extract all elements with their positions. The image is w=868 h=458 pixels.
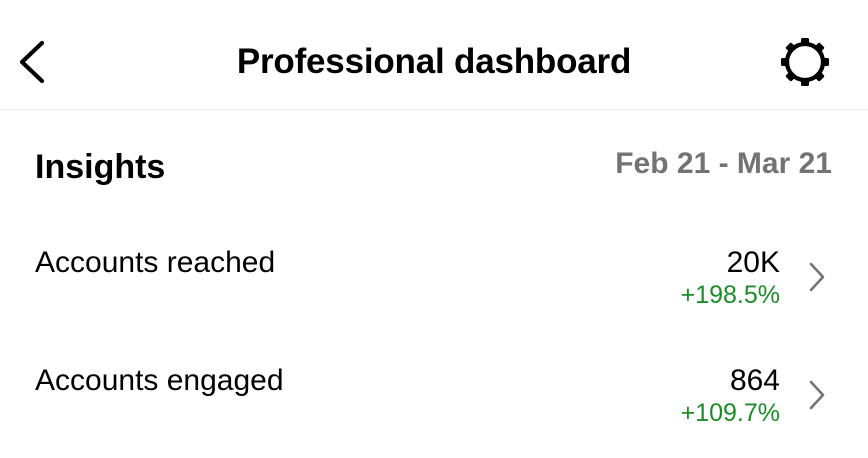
date-range[interactable]: Feb 21 - Mar 21 bbox=[615, 145, 832, 183]
top-bar: Professional dashboard bbox=[0, 0, 868, 110]
chevron-right-icon bbox=[806, 260, 828, 294]
row-label: Accounts engaged bbox=[35, 364, 284, 397]
accounts-reached-row[interactable]: Accounts reached 20K +198.5% bbox=[0, 244, 868, 344]
insights-heading: Insights bbox=[35, 148, 166, 186]
chevron-right-icon bbox=[806, 378, 828, 412]
row-value: 20K bbox=[726, 246, 780, 279]
row-label: Accounts reached bbox=[35, 246, 276, 279]
page-title: Professional dashboard bbox=[236, 42, 632, 81]
row-change: +198.5% bbox=[680, 281, 780, 309]
accounts-engaged-row[interactable]: Accounts engaged 864 +109.7% bbox=[0, 362, 868, 458]
settings-button[interactable] bbox=[779, 36, 831, 88]
gear-icon bbox=[779, 36, 831, 88]
row-value: 864 bbox=[729, 364, 780, 397]
row-change: +109.7% bbox=[680, 399, 780, 427]
